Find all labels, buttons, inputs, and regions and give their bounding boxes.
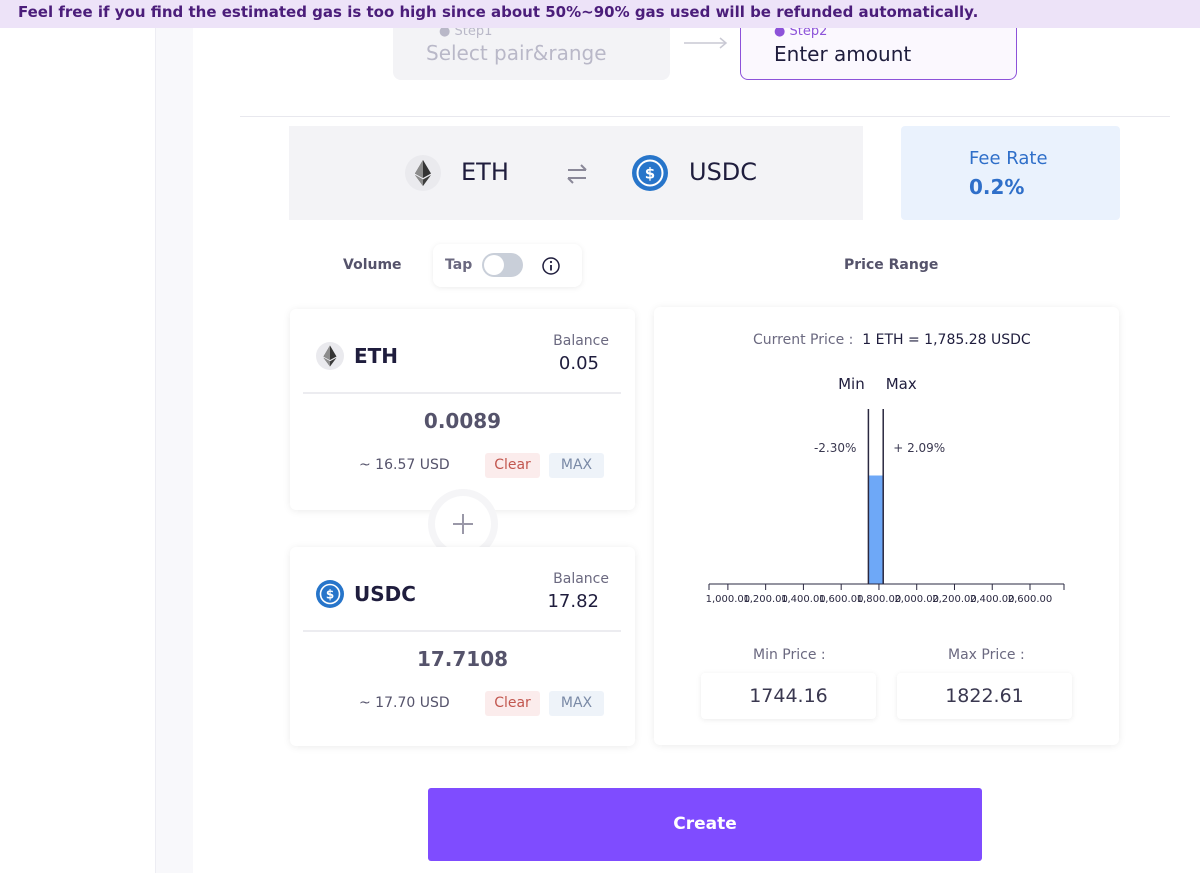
balance-value: 0.05 [558,353,599,374]
usd-estimate: ~ 16.57 USD [359,457,450,473]
volume-label: Volume [343,257,402,273]
card-token-symbol: USDC [354,582,416,606]
left-panel [0,0,155,873]
eth-icon [316,342,344,370]
plus-icon [435,496,491,552]
clear-button[interactable]: Clear [485,691,540,716]
balance-value: 17.82 [547,591,599,612]
info-icon[interactable] [541,256,561,276]
fee-rate-value: 0.2% [969,175,1025,199]
usdc-icon: $ [632,155,668,191]
price-range-card: Current Price : 1 ETH = 1,785.28 USDC Mi… [654,307,1119,745]
create-button[interactable]: Create [428,788,982,861]
fee-rate-label: Fee Rate [969,148,1048,169]
svg-text:$: $ [645,165,655,183]
eth-icon [405,155,441,191]
max-price-input[interactable]: 1822.61 [897,673,1072,719]
step2-title: Enter amount [774,42,912,66]
clear-button[interactable]: Clear [485,453,540,478]
usd-estimate: ~ 17.70 USD [359,695,450,711]
eth-amount-card: ETH Balance 0.05 0.0089 ~ 16.57 USD Clea… [290,309,635,510]
min-handle-label: Min [838,375,865,393]
usdc-amount-card: $ USDC Balance 17.82 17.7108 ~ 17.70 USD… [290,547,635,746]
max-percent-label: + 2.09% [893,441,945,455]
current-price: Current Price : 1 ETH = 1,785.28 USDC [753,332,1031,348]
max-button[interactable]: MAX [549,453,604,478]
svg-text:$: $ [326,588,334,602]
tap-toggle[interactable] [482,253,523,277]
pair-token-a-symbol: ETH [461,158,509,186]
gas-refund-banner: Feel free if you find the estimated gas … [0,0,1200,28]
max-button[interactable]: MAX [549,691,604,716]
price-range-label: Price Range [844,257,939,273]
max-handle-label: Max [886,375,917,393]
balance-label: Balance [553,333,609,349]
card-divider [303,630,621,632]
swap-arrows-icon[interactable] [565,163,589,185]
max-price-label: Max Price : [948,647,1025,663]
left-sidebar-strip [155,0,193,873]
min-percent-label: -2.30% [814,441,856,455]
balance-label: Balance [553,571,609,587]
step1-title: Select pair&range [426,41,607,65]
card-token-symbol: ETH [354,344,399,368]
banner-text: Feel free if you find the estimated gas … [18,3,979,21]
price-range-chart[interactable]: Min Max-2.30% + 2.09%1,000.001,200.001,400… [654,367,1119,617]
card-divider [303,392,621,394]
tap-label: Tap [445,257,473,273]
min-price-label: Min Price : [753,647,826,663]
pair-token-b-symbol: USDC [689,158,758,186]
usdc-amount-input[interactable]: 17.7108 [290,647,635,671]
liquidity-bar [868,475,884,584]
x-tick-label: 2,600.00 [1008,594,1053,605]
min-price-input[interactable]: 1744.16 [701,673,876,719]
step-arrow-icon [684,37,728,49]
tap-toggle-box: Tap [433,244,582,287]
section-divider [240,116,1170,117]
toggle-knob [484,255,504,275]
usdc-icon: $ [316,580,344,608]
fee-rate-box: Fee Rate 0.2% [901,126,1120,220]
eth-amount-input[interactable]: 0.0089 [290,409,635,433]
